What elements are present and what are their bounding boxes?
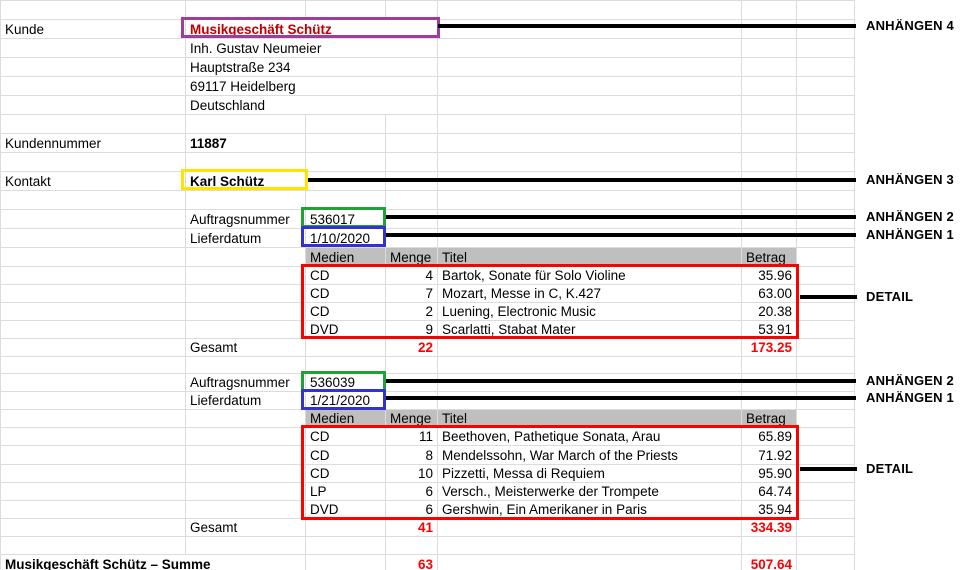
annotation-anhaengen-2b: ANHÄNGEN 2 [866, 373, 954, 388]
connector-line-anhaengen-1b [386, 396, 856, 400]
empty-row [0, 190, 855, 210]
summary-menge: 63 [385, 554, 438, 570]
empty-row [0, 355, 855, 374]
delivery-date-label: Lieferdatum [185, 391, 306, 410]
report-page: Kunde Musikgeschäft Schütz Inh. Gustav N… [0, 0, 965, 570]
order-total-betrag: 173.25 [741, 337, 797, 357]
annotation-anhaengen-4: ANHÄNGEN 4 [866, 18, 954, 33]
summary-betrag: 507.64 [741, 554, 797, 570]
customer-label: Kunde [0, 19, 186, 39]
connector-line-anhaengen-2b [386, 379, 856, 383]
order2-date-highlight-box [301, 389, 386, 410]
address-line[interactable]: Hauptstraße 234 [185, 57, 438, 77]
summary-row: Musikgeschäft Schütz – Summe 63 507.64 [0, 554, 855, 570]
order-total-betrag: 334.39 [741, 518, 797, 538]
order-total-label: Gesamt [185, 518, 306, 538]
connector-line-detail-2 [800, 467, 857, 471]
order-number-row: Auftragsnummer 536017 [0, 209, 855, 229]
order-total-menge: 41 [385, 518, 438, 538]
connector-line-anhaengen-2a [386, 215, 856, 219]
customer-number-row: Kundennummer 11887 [0, 133, 855, 153]
address-row: Deutschland [0, 95, 855, 115]
address-line[interactable]: Inh. Gustav Neumeier [185, 38, 438, 58]
customer-name-highlight-box [181, 17, 440, 38]
annotation-detail-1: DETAIL [866, 289, 914, 304]
order-total-row: Gesamt 41 334.39 [0, 518, 855, 538]
delivery-date-row: Lieferdatum 1/10/2020 [0, 228, 855, 248]
order-number-label: Auftragsnummer [185, 373, 306, 392]
contact-highlight-box [181, 169, 308, 190]
order-number-label: Auftragsnummer [185, 209, 306, 229]
summary-label: Musikgeschäft Schütz – Summe [0, 554, 306, 570]
annotation-anhaengen-2a: ANHÄNGEN 2 [866, 209, 954, 224]
connector-line-anhaengen-3 [308, 178, 856, 182]
empty-row [0, 536, 855, 556]
order-total-label: Gesamt [185, 337, 306, 357]
connector-line-anhaengen-4 [438, 24, 856, 28]
address-row: Hauptstraße 234 [0, 57, 855, 77]
customer-number-label: Kundennummer [0, 133, 186, 153]
annotation-anhaengen-1b: ANHÄNGEN 1 [866, 390, 954, 405]
order1-number-highlight-box [301, 207, 386, 228]
connector-line-anhaengen-1a [386, 233, 856, 237]
annotation-anhaengen-3: ANHÄNGEN 3 [866, 172, 954, 187]
order-total-menge: 22 [385, 337, 438, 357]
annotation-detail-2: DETAIL [866, 461, 914, 476]
address-line[interactable]: 69117 Heidelberg [185, 76, 438, 96]
empty-row [0, 114, 855, 134]
address-row: 69117 Heidelberg [0, 76, 855, 96]
order2-detail-highlight-box [301, 425, 799, 520]
order-total-row: Gesamt 22 173.25 [0, 337, 855, 357]
delivery-date-label: Lieferdatum [185, 228, 306, 248]
connector-line-detail-1 [800, 295, 857, 299]
address-row: Inh. Gustav Neumeier [0, 38, 855, 58]
annotation-anhaengen-1a: ANHÄNGEN 1 [866, 227, 954, 242]
contact-label: Kontakt [0, 171, 186, 191]
address-line[interactable]: Deutschland [185, 95, 438, 115]
customer-number-cell[interactable]: 11887 [185, 133, 306, 153]
order1-detail-highlight-box [301, 264, 799, 339]
empty-row [0, 152, 855, 172]
delivery-date-row: Lieferdatum 1/21/2020 [0, 391, 855, 410]
order1-date-highlight-box [301, 226, 386, 247]
